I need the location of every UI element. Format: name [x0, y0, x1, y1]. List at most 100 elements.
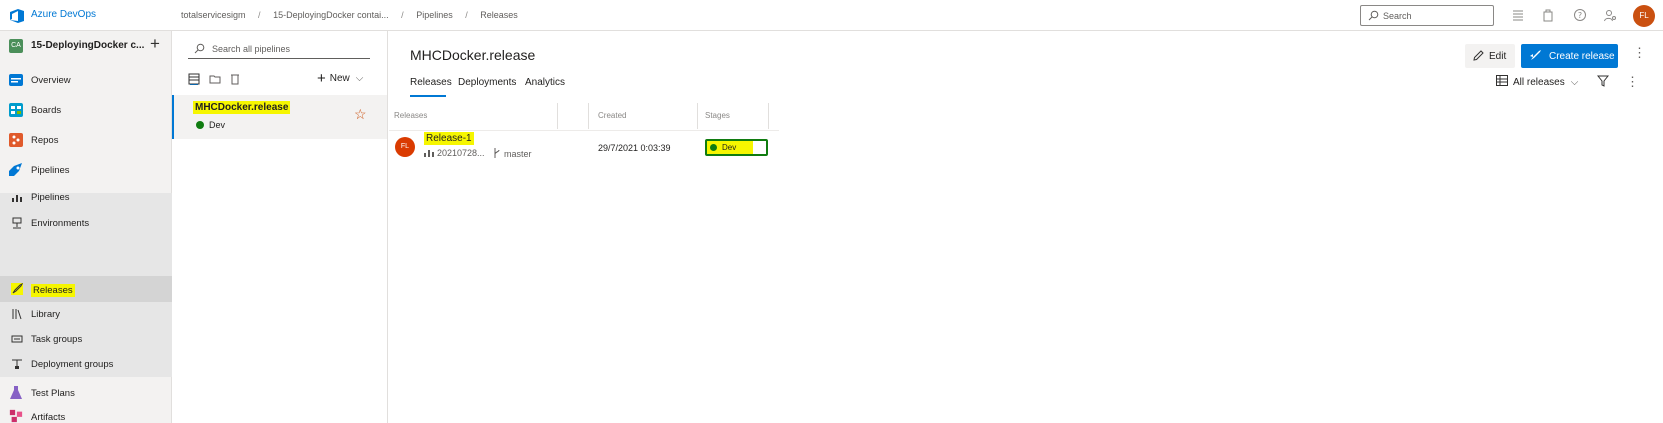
- user-settings-icon[interactable]: [1603, 8, 1617, 22]
- edit-button[interactable]: Edit: [1465, 44, 1515, 68]
- sidebar-item-label: Boards: [31, 105, 62, 116]
- add-icon[interactable]: +: [150, 35, 160, 52]
- marketplace-bag-icon[interactable]: [1541, 8, 1555, 22]
- sidebar-item-label: Task groups: [31, 334, 83, 345]
- release-branch: master: [493, 148, 532, 159]
- column-header-created: Created: [598, 111, 627, 120]
- sidebar-item-repos[interactable]: Repos: [0, 127, 172, 153]
- deleted-view-icon[interactable]: [229, 73, 241, 85]
- column-divider: [588, 103, 589, 129]
- column-header-releases: Releases: [394, 111, 428, 120]
- boards-icon: [9, 103, 23, 117]
- deployment-groups-icon: [12, 359, 22, 369]
- sidebar-item-label: Library: [31, 309, 61, 320]
- sidebar-item-label: Overview: [31, 75, 71, 86]
- sidebar-subitem-pipelines[interactable]: Pipelines: [0, 184, 172, 210]
- success-check-icon: [196, 121, 204, 129]
- pencil-icon: [1473, 50, 1484, 61]
- pipeline-environment-status: Dev: [196, 120, 225, 130]
- column-divider: [697, 103, 698, 129]
- sidebar-item-test-plans[interactable]: Test Plans: [0, 380, 172, 406]
- sidebar-item-label: Pipelines: [31, 192, 70, 203]
- environments-icon: [12, 217, 22, 229]
- plus-icon: +: [317, 70, 326, 87]
- tab-deployments[interactable]: Deployments: [458, 77, 516, 88]
- all-releases-label: All releases: [1513, 77, 1565, 88]
- sidebar-item-label: Deployment groups: [31, 359, 114, 370]
- avatar: FL: [395, 137, 415, 157]
- page-title: MHCDocker.release: [410, 47, 536, 63]
- sidebar-item-label: Test Plans: [31, 388, 75, 399]
- sidebar-item-artifacts[interactable]: Artifacts: [0, 404, 172, 423]
- sidebar-subitem-library[interactable]: Library: [0, 301, 172, 327]
- more-options-icon[interactable]: ⋮: [1626, 74, 1639, 90]
- overview-icon: [9, 74, 23, 86]
- sidebar-subitem-environments[interactable]: Environments: [0, 210, 172, 236]
- search-icon: [1368, 10, 1379, 21]
- main-content: MHCDocker.release Edit Create release ⋮ …: [389, 31, 1663, 423]
- repos-icon: [9, 133, 23, 147]
- edit-label: Edit: [1489, 51, 1507, 62]
- success-check-icon: [710, 144, 717, 151]
- project-selector[interactable]: CA 15-DeployingDocker c... +: [0, 31, 172, 61]
- breadcrumb-project[interactable]: 15-DeployingDocker contai...: [273, 10, 389, 20]
- test-plans-icon: [10, 386, 22, 399]
- user-avatar[interactable]: FL: [1633, 5, 1655, 27]
- sidebar-item-pipelines[interactable]: Pipelines: [0, 157, 172, 183]
- pipeline-search-input[interactable]: Search all pipelines: [188, 39, 370, 59]
- sidebar-item-label: Releases: [31, 284, 75, 297]
- pipeline-environment-label: Dev: [209, 120, 226, 130]
- left-navigation: CA 15-DeployingDocker c... + Overview Bo…: [0, 31, 172, 423]
- list-view-icon[interactable]: [188, 73, 200, 85]
- favorite-star-icon[interactable]: ☆: [354, 106, 367, 123]
- column-divider: [768, 103, 769, 129]
- tab-analytics[interactable]: Analytics: [525, 77, 565, 88]
- release-name-link[interactable]: Release-1: [424, 132, 474, 145]
- brand-link[interactable]: Azure DevOps: [31, 9, 96, 20]
- sidebar-item-label: Pipelines: [31, 165, 70, 176]
- sidebar-item-label: Repos: [31, 135, 59, 146]
- sidebar-item-label: Environments: [31, 218, 90, 229]
- pipeline-list-item[interactable]: MHCDocker.release Dev ☆: [172, 95, 387, 139]
- pipelines-icon: [9, 163, 22, 176]
- task-groups-icon: [11, 335, 23, 343]
- filter-icon[interactable]: [1597, 75, 1609, 87]
- project-name: 15-DeployingDocker c...: [31, 40, 145, 51]
- top-bar: Azure DevOps totalservicesigm / 15-Deplo…: [0, 0, 1663, 31]
- breadcrumb: totalservicesigm / 15-DeployingDocker co…: [181, 10, 518, 20]
- column-divider: [557, 103, 558, 129]
- breadcrumb-releases[interactable]: Releases: [480, 10, 518, 20]
- new-label: New: [329, 73, 350, 84]
- breadcrumb-organization[interactable]: totalservicesigm: [181, 10, 246, 20]
- azure-devops-logo-icon[interactable]: [9, 8, 25, 24]
- sidebar-subitem-task-groups[interactable]: Task groups: [0, 326, 172, 352]
- pipeline-name: MHCDocker.release: [193, 101, 291, 114]
- svg-text:?: ?: [1578, 11, 1582, 20]
- table-header-rule: [389, 130, 779, 131]
- build-icon: [424, 150, 434, 157]
- sidebar-item-overview[interactable]: Overview: [0, 67, 172, 93]
- more-options-icon[interactable]: ⋮: [1633, 45, 1646, 61]
- release-build-number: 20210728...: [437, 148, 485, 158]
- list-icon[interactable]: [1511, 8, 1525, 22]
- project-badge: CA: [9, 39, 23, 53]
- search-icon: [194, 43, 205, 54]
- search-placeholder: Search all pipelines: [212, 44, 291, 54]
- table-view-icon: [1496, 75, 1508, 86]
- release-created-date: 29/7/2021 0:03:39: [598, 143, 671, 153]
- active-tab-indicator: [410, 95, 446, 97]
- stage-dev-badge[interactable]: Dev: [705, 139, 768, 156]
- folder-view-icon[interactable]: [209, 73, 221, 85]
- global-search-input[interactable]: Search: [1360, 5, 1494, 26]
- sidebar-subitem-deployment-groups[interactable]: Deployment groups: [0, 351, 172, 377]
- breadcrumb-pipelines[interactable]: Pipelines: [416, 10, 453, 20]
- sidebar-subitem-releases[interactable]: Releases: [0, 276, 172, 302]
- all-releases-dropdown[interactable]: All releases ⌵: [1496, 75, 1578, 88]
- tab-releases[interactable]: Releases: [410, 77, 452, 88]
- releases-icon: [11, 283, 23, 295]
- artifacts-icon: [9, 409, 23, 423]
- create-release-button[interactable]: Create release: [1521, 44, 1618, 68]
- help-icon[interactable]: ?: [1573, 8, 1587, 22]
- sidebar-item-boards[interactable]: Boards: [0, 97, 172, 123]
- new-pipeline-button[interactable]: + New ⌵: [317, 70, 363, 87]
